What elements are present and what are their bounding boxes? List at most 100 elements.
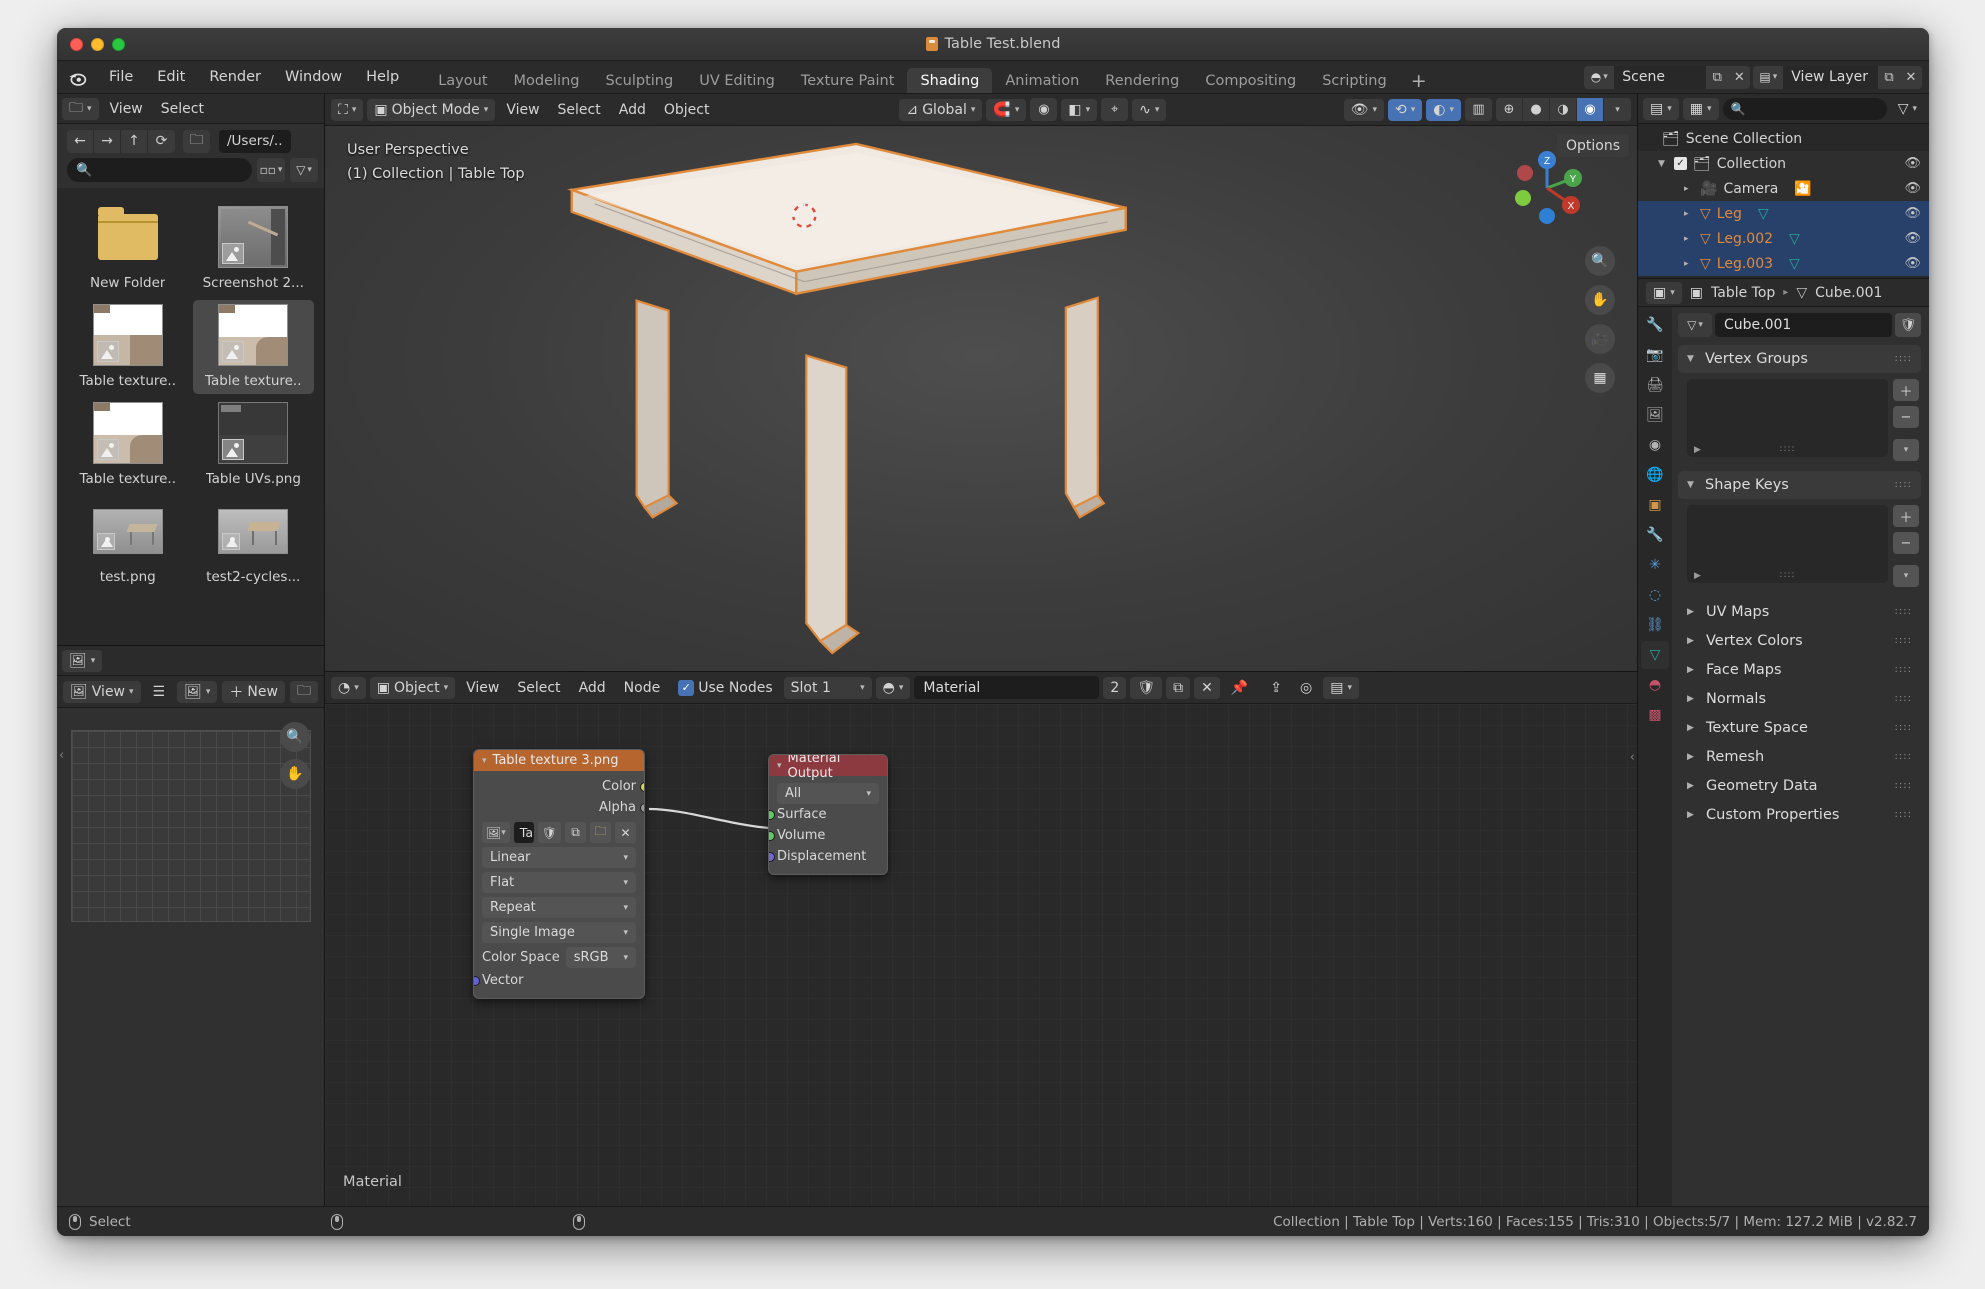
shading-dropdown-icon[interactable]: ▾ <box>1604 98 1631 121</box>
list-resize-grip[interactable]: :::: <box>1687 444 1888 454</box>
outliner-row-scene-collection[interactable]: 🗂 Scene Collection <box>1638 126 1929 151</box>
socket-dot-color[interactable] <box>640 781 644 792</box>
visibility-selector[interactable]: 👁 ▾ <box>1343 98 1384 121</box>
remove-shape-key-button[interactable]: − <box>1893 532 1919 554</box>
snap-magnet-icon[interactable]: ⌖ <box>1101 98 1129 121</box>
close-window-button[interactable] <box>70 37 83 51</box>
hide-in-viewport-icon[interactable]: 👁 <box>1904 256 1921 271</box>
drag-handle-icon[interactable]: :::: <box>1895 751 1912 762</box>
file-item-test-png[interactable]: test.png <box>67 496 189 590</box>
new-view-layer-button[interactable]: ⧉ <box>1878 65 1900 89</box>
vertex-groups-list[interactable]: ▶ :::: <box>1687 379 1888 457</box>
image-editor-mode-button[interactable]: 🖼 View ▾ <box>63 680 141 703</box>
node-input-vector[interactable]: Vector <box>474 970 636 991</box>
outliner-row-leg[interactable]: ▸ ▽ Leg ▽ 👁 <box>1638 201 1929 226</box>
unlink-material-icon[interactable]: ✕ <box>1194 676 1220 699</box>
copy-image-icon[interactable]: ⧉ <box>565 822 586 843</box>
minimize-window-button[interactable] <box>91 37 104 51</box>
drag-handle-icon[interactable]: :::: <box>1895 606 1912 617</box>
image-name-field[interactable]: Table texture 3... <box>513 822 534 843</box>
expand-icon[interactable]: ▸ <box>1684 209 1694 219</box>
new-scene-button[interactable]: ⧉ <box>1706 65 1729 89</box>
file-browser-view-menu[interactable]: View <box>103 98 150 120</box>
nav-refresh-icon[interactable]: ⟳ <box>148 130 175 153</box>
editor-type-image-editor[interactable]: 🖼 ▾ <box>62 649 103 672</box>
outliner-search-input[interactable]: 🔍 <box>1722 97 1887 120</box>
outliner-row-leg-002[interactable]: ▸ ▽ Leg.002 ▽ 👁 <box>1638 226 1929 251</box>
panel-header-face-maps[interactable]: ▶ Face Maps :::: <box>1678 655 1921 684</box>
nav-back-icon[interactable]: ← <box>67 129 94 153</box>
nav-parent-icon[interactable]: ↑ <box>121 129 148 153</box>
view-layer-selector[interactable]: ▤ ▾ View Layer ⧉ ✕ <box>1753 65 1922 89</box>
open-image-icon[interactable]: 🗀 <box>590 822 611 843</box>
panel-header-texture-space[interactable]: ▶ Texture Space :::: <box>1678 713 1921 742</box>
node-collapse-icon[interactable]: ▾ <box>777 761 782 771</box>
list-resize-grip[interactable]: :::: <box>1687 570 1888 580</box>
shape-key-specials-button[interactable]: ▾ <box>1893 565 1919 587</box>
node-input-volume[interactable]: Volume <box>769 825 879 846</box>
viewport-view-menu[interactable]: View <box>499 99 546 121</box>
file-item-table-uvs[interactable]: Table UVs.png <box>193 398 315 492</box>
file-item-table-texture-2[interactable]: Table texture.. <box>192 300 314 394</box>
camera-view-icon[interactable]: 🎥 <box>1585 324 1615 354</box>
file-item-test2-cycles[interactable]: test2-cycles... <box>193 496 315 590</box>
expand-icon[interactable]: ▼ <box>1658 159 1668 169</box>
file-item-table-texture-3[interactable]: Table texture.. <box>67 398 189 492</box>
source-dropdown[interactable]: Single Image ▾ <box>482 922 636 943</box>
nav-forward-icon[interactable]: → <box>94 129 121 153</box>
panel-expand-icon[interactable]: ▶ <box>1687 694 1697 704</box>
tab-texture-paint[interactable]: Texture Paint <box>788 68 908 93</box>
hide-in-viewport-icon[interactable]: 👁 <box>1904 156 1921 171</box>
shader-select-menu[interactable]: Select <box>510 677 567 699</box>
tab-uv-editing[interactable]: UV Editing <box>686 68 788 93</box>
panel-header-vertex-colors[interactable]: ▶ Vertex Colors :::: <box>1678 626 1921 655</box>
file-item-screenshot[interactable]: Screenshot 2... <box>193 202 315 296</box>
viewport-add-menu[interactable]: Add <box>612 99 653 121</box>
editor-type-properties[interactable]: ▣ ▾ <box>1646 281 1682 304</box>
tab-animation[interactable]: Animation <box>992 68 1092 93</box>
editor-type-file-browser[interactable]: 🗀 ▾ <box>62 97 99 120</box>
zoom-view-icon[interactable]: 🔍 <box>1585 246 1615 276</box>
file-search-input[interactable]: 🔍 <box>67 158 252 182</box>
file-item-table-texture-1[interactable]: Table texture.. <box>67 300 189 394</box>
scene-selector[interactable]: ◓ ▾ Scene ⧉ ✕ <box>1584 65 1751 89</box>
editor-type-outliner[interactable]: ▤ ▾ <box>1643 97 1679 120</box>
remove-view-layer-button[interactable]: ✕ <box>1900 65 1922 89</box>
toggle-perspective-icon[interactable]: ▦ <box>1585 363 1615 393</box>
unlink-image-icon[interactable]: ✕ <box>615 822 636 843</box>
panel-header-geometry-data[interactable]: ▶ Geometry Data :::: <box>1678 771 1921 800</box>
tab-material-icon[interactable]: ◓ <box>1641 671 1669 699</box>
node-output-alpha[interactable]: Alpha <box>482 797 644 818</box>
add-shape-key-button[interactable]: ＋ <box>1893 505 1919 527</box>
tab-sculpting[interactable]: Sculpting <box>592 68 686 93</box>
gizmo-toggle[interactable]: ⟲ ▾ <box>1387 98 1423 121</box>
node-input-surface[interactable]: Surface <box>769 804 879 825</box>
node-header[interactable]: ▾ Table texture 3.png <box>474 750 644 771</box>
node-canvas[interactable]: ▾ Table texture 3.png Color Alpha 🖼 ▾ Ta… <box>325 704 1637 1206</box>
tab-output-icon[interactable]: 🖨 <box>1641 371 1669 399</box>
drag-handle-icon[interactable]: :::: <box>1895 780 1912 791</box>
viewport-select-menu[interactable]: Select <box>551 99 608 121</box>
outliner-row-collection[interactable]: ▼ ✓ 🗂 Collection 👁 <box>1638 151 1929 176</box>
new-image-button[interactable]: ＋ New <box>222 680 285 703</box>
outliner-filter-icon[interactable]: ▽ ▾ <box>1891 98 1924 120</box>
directory-path-field[interactable]: /Users/.. <box>219 129 291 153</box>
node-options-icon[interactable]: ▤ ▾ <box>1323 676 1359 699</box>
material-name-field[interactable]: Material <box>914 676 1100 699</box>
tab-texture-icon[interactable]: ▩ <box>1641 701 1669 729</box>
new-directory-icon[interactable]: 🗀 <box>183 129 210 153</box>
socket-dot-displacement[interactable] <box>769 851 775 862</box>
fake-user-shield-icon[interactable]: 🛡 <box>537 822 561 843</box>
navigation-gizmo[interactable]: Z Y X <box>1507 148 1587 228</box>
fake-user-shield-icon[interactable]: 🛡 <box>1895 313 1921 337</box>
panel-expand-icon[interactable]: ▶ <box>1687 810 1697 820</box>
file-browser-select-menu[interactable]: Select <box>154 98 211 120</box>
pivot-point-selector[interactable]: ◧ ▾ <box>1061 98 1098 121</box>
drag-handle-icon[interactable]: :::: <box>1895 664 1912 675</box>
tab-object-data-icon[interactable]: ▽ <box>1641 641 1669 669</box>
xray-toggle[interactable]: ▥ <box>1465 98 1492 121</box>
shader-add-menu[interactable]: Add <box>572 677 613 699</box>
outliner-display-mode[interactable]: ▦ ▾ <box>1682 97 1719 120</box>
menu-file[interactable]: File <box>97 61 145 93</box>
browse-material-button[interactable]: ◓ ▾ <box>875 676 911 699</box>
